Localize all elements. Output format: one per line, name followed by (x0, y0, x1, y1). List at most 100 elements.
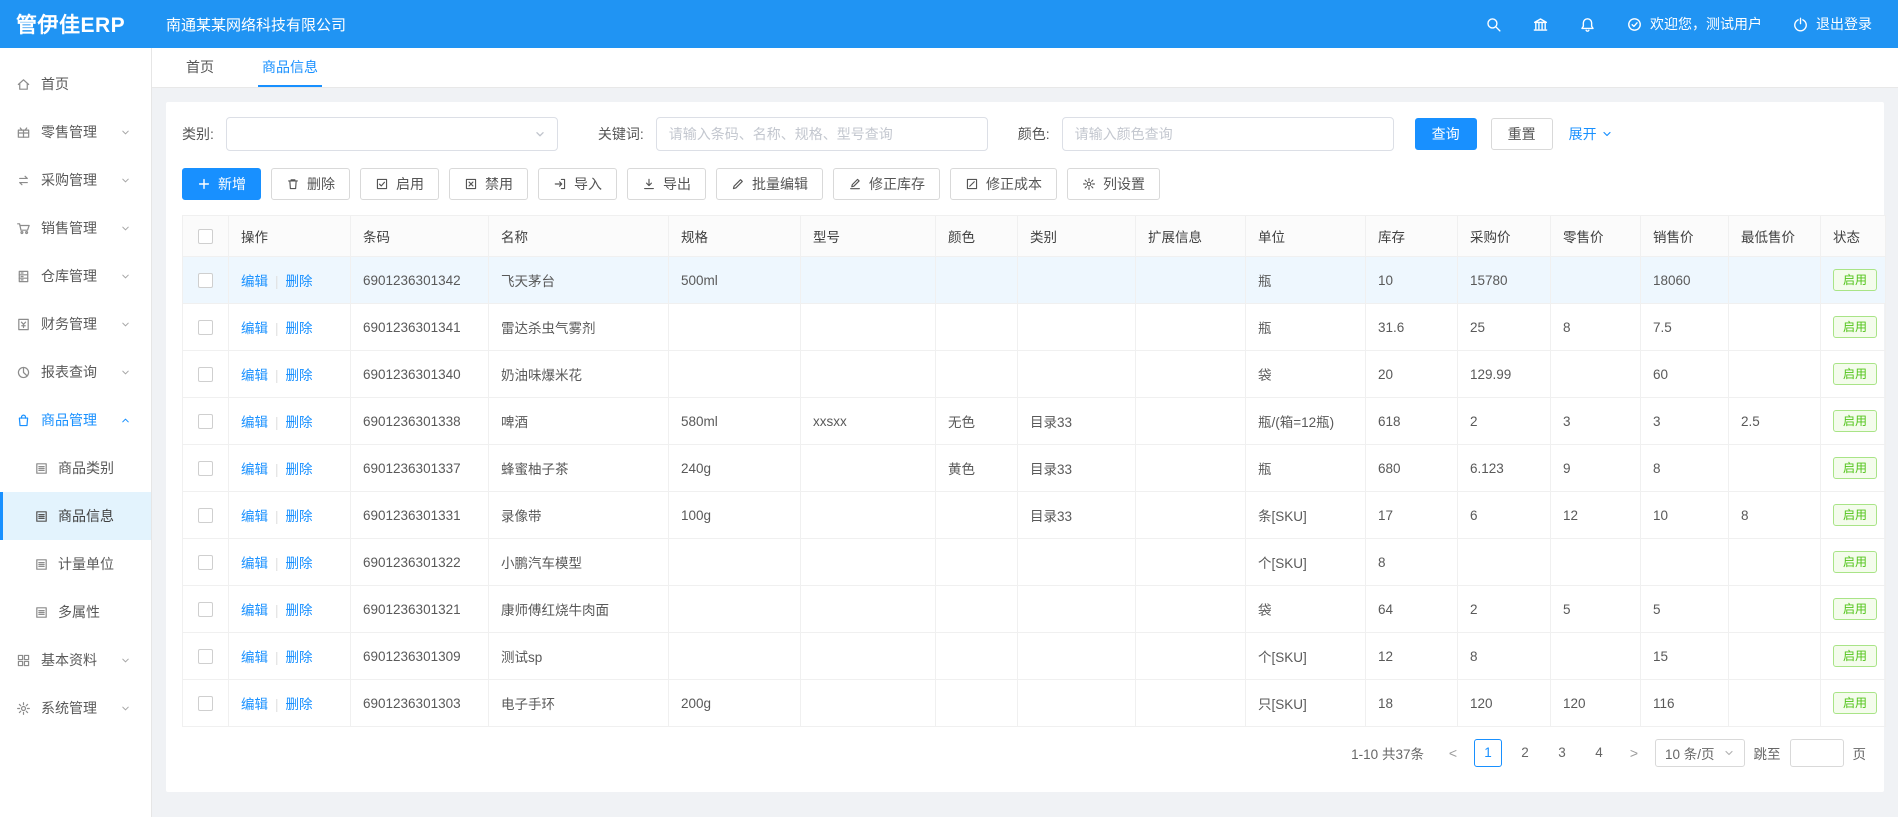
edit-link[interactable]: 编辑 (241, 321, 268, 336)
sidebar-item-warehouse[interactable]: 仓库管理 (0, 252, 151, 300)
edit-link[interactable]: 编辑 (241, 556, 268, 571)
batch-edit-button[interactable]: 批量编辑 (716, 168, 823, 200)
row-checkbox[interactable] (198, 461, 213, 476)
column-header: 最低售价 (1729, 216, 1821, 257)
select-all-checkbox[interactable] (198, 229, 213, 244)
bell-icon[interactable] (1579, 16, 1596, 33)
row-checkbox[interactable] (198, 696, 213, 711)
sidebar-item-system[interactable]: 系统管理 (0, 684, 151, 732)
delete-link[interactable]: 删除 (286, 603, 313, 618)
delete-link[interactable]: 删除 (286, 509, 313, 524)
category-select[interactable] (226, 117, 558, 151)
logout-button[interactable]: 退出登录 (1792, 14, 1872, 34)
row-checkbox[interactable] (198, 273, 213, 288)
cell-sale: 116 (1641, 680, 1729, 727)
add-button[interactable]: 新增 (182, 168, 261, 200)
sidebar-item-basic-data[interactable]: 基本资料 (0, 636, 151, 684)
sidebar-item-finance[interactable]: 财务管理 (0, 300, 151, 348)
edit-link[interactable]: 编辑 (241, 415, 268, 430)
finance-icon (16, 317, 31, 332)
fix-stock-button[interactable]: 修正库存 (833, 168, 940, 200)
search-icon[interactable] (1485, 16, 1502, 33)
cell-sale: 3 (1641, 398, 1729, 445)
bank-icon[interactable] (1532, 16, 1549, 33)
chevron-down-icon (120, 655, 131, 666)
delete-link[interactable]: 删除 (286, 368, 313, 383)
page-number-2[interactable]: 2 (1511, 739, 1539, 767)
delete-link[interactable]: 删除 (286, 556, 313, 571)
edit-link[interactable]: 编辑 (241, 462, 268, 477)
page-size-select[interactable]: 10 条/页 (1655, 739, 1745, 767)
top-bar: 管伊佳ERP 南通某某网络科技有限公司 欢迎您，测试用户 退出登录 (0, 0, 1898, 48)
prev-page-button[interactable]: < (1441, 745, 1465, 761)
enable-button[interactable]: 启用 (360, 168, 439, 200)
import-button[interactable]: 导入 (538, 168, 617, 200)
delete-button[interactable]: 删除 (271, 168, 350, 200)
fix-cost-button[interactable]: 修正成本 (950, 168, 1057, 200)
keyword-input[interactable] (656, 117, 988, 151)
reset-button[interactable]: 重置 (1491, 118, 1553, 150)
status-badge: 启用 (1833, 598, 1877, 620)
sidebar-item-report[interactable]: 报表查询 (0, 348, 151, 396)
cell-color (936, 351, 1018, 398)
chevron-down-icon (120, 319, 131, 330)
cell-name: 飞天茅台 (489, 257, 669, 304)
row-checkbox[interactable] (198, 414, 213, 429)
edit-link[interactable]: 编辑 (241, 509, 268, 524)
disable-button[interactable]: 禁用 (449, 168, 528, 200)
retail-icon (16, 125, 31, 140)
row-checkbox[interactable] (198, 602, 213, 617)
report-icon (16, 365, 31, 380)
sidebar-subitem-goods-category[interactable]: 商品类别 (0, 444, 151, 492)
cell-sale (1641, 539, 1729, 586)
tab-home[interactable]: 首页 (182, 48, 218, 87)
cell-category (1018, 539, 1136, 586)
sidebar-subitem-unit[interactable]: 计量单位 (0, 540, 151, 588)
cell-color (936, 539, 1018, 586)
page-number-1[interactable]: 1 (1474, 739, 1502, 767)
edit-link[interactable]: 编辑 (241, 697, 268, 712)
row-checkbox[interactable] (198, 649, 213, 664)
export-button[interactable]: 导出 (627, 168, 706, 200)
delete-link[interactable]: 删除 (286, 697, 313, 712)
search-button[interactable]: 查询 (1415, 118, 1477, 150)
delete-link[interactable]: 删除 (286, 274, 313, 289)
delete-link[interactable]: 删除 (286, 321, 313, 336)
jump-page-input[interactable] (1790, 739, 1844, 767)
expand-link[interactable]: 展开 (1569, 124, 1613, 144)
cell-unit: 瓶 (1246, 304, 1366, 351)
sidebar-item-home[interactable]: 首页 (0, 60, 151, 108)
edit-link[interactable]: 编辑 (241, 368, 268, 383)
next-page-button[interactable]: > (1622, 745, 1646, 761)
pagination-range: 1-10 共37条 (1351, 743, 1424, 763)
cell-purchase: 6.123 (1458, 445, 1551, 492)
edit-link[interactable]: 编辑 (241, 274, 268, 289)
cell-spec (669, 633, 801, 680)
sidebar-item-sales[interactable]: 销售管理 (0, 204, 151, 252)
page-number-4[interactable]: 4 (1585, 739, 1613, 767)
sidebar-subitem-goods-info[interactable]: 商品信息 (0, 492, 151, 540)
import-icon (553, 177, 567, 191)
row-checkbox[interactable] (198, 508, 213, 523)
edit-link[interactable]: 编辑 (241, 603, 268, 618)
cell-unit: 个[SKU] (1246, 633, 1366, 680)
row-checkbox[interactable] (198, 320, 213, 335)
sidebar-item-goods[interactable]: 商品管理 (0, 396, 151, 444)
delete-link[interactable]: 删除 (286, 462, 313, 477)
sidebar-item-purchase[interactable]: 采购管理 (0, 156, 151, 204)
chevron-down-icon (120, 271, 131, 282)
column-settings-button[interactable]: 列设置 (1067, 168, 1160, 200)
cell-name: 小鹏汽车模型 (489, 539, 669, 586)
sidebar-item-retail[interactable]: 零售管理 (0, 108, 151, 156)
tab-goods-info[interactable]: 商品信息 (258, 48, 322, 87)
cell-color (936, 586, 1018, 633)
delete-link[interactable]: 删除 (286, 415, 313, 430)
sidebar-subitem-multi-attr[interactable]: 多属性 (0, 588, 151, 636)
edit-link[interactable]: 编辑 (241, 650, 268, 665)
page-number-3[interactable]: 3 (1548, 739, 1576, 767)
delete-link[interactable]: 删除 (286, 650, 313, 665)
cell-min_price (1729, 445, 1821, 492)
color-input[interactable] (1062, 117, 1394, 151)
row-checkbox[interactable] (198, 555, 213, 570)
row-checkbox[interactable] (198, 367, 213, 382)
